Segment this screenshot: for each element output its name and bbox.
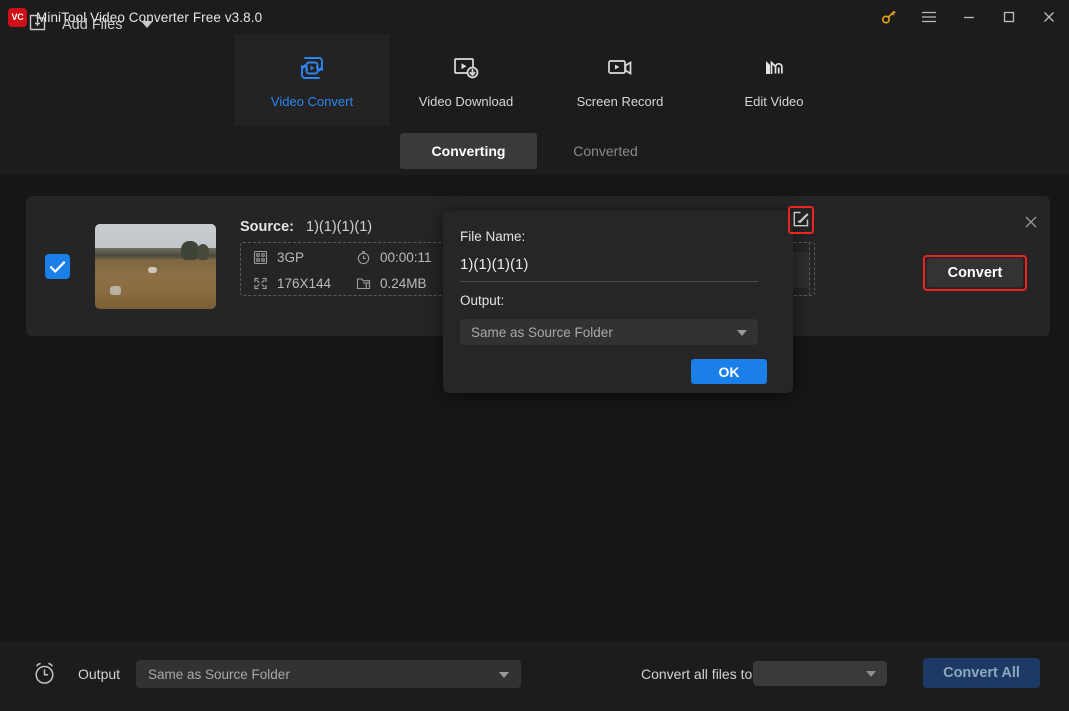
nav-spacer xyxy=(0,34,235,126)
video-thumbnail[interactable] xyxy=(95,224,216,309)
nav-label-edit-video: Edit Video xyxy=(744,94,803,109)
metadata-filesize: 0.24MB xyxy=(356,276,427,291)
nav-item-video-convert[interactable]: Video Convert xyxy=(235,34,389,126)
tab-converted[interactable]: Converted xyxy=(537,133,674,169)
nav-label-video-download: Video Download xyxy=(419,94,513,109)
metadata-resolution: 176X144 xyxy=(253,276,331,291)
format-icon xyxy=(253,250,268,265)
minimize-icon[interactable] xyxy=(949,0,989,34)
nav-label-video-convert: Video Convert xyxy=(271,94,353,109)
hamburger-menu-icon[interactable] xyxy=(909,0,949,34)
file-name-label: File Name: xyxy=(460,229,525,244)
metadata-resolution-value: 176X144 xyxy=(277,276,331,291)
metadata-duration: 00:00:11 xyxy=(356,250,432,265)
source-line: Source: 1)(1)(1)(1) xyxy=(240,219,372,235)
source-label: Source: xyxy=(240,219,294,235)
thumbnail-tree-right-2 xyxy=(197,244,209,259)
convert-all-button[interactable]: Convert All xyxy=(923,658,1040,688)
metadata-format: 3GP xyxy=(253,250,304,265)
app-logo: VC xyxy=(8,8,27,27)
chevron-down-icon xyxy=(499,672,509,678)
file-name-input[interactable]: 1)(1)(1)(1) xyxy=(460,256,758,282)
edit-pencil-icon[interactable] xyxy=(791,209,811,231)
nav-item-screen-record[interactable]: Screen Record xyxy=(543,34,697,126)
output-folder-label: Output xyxy=(78,666,120,682)
tab-converting[interactable]: Converting xyxy=(400,133,537,169)
resolution-icon xyxy=(253,276,268,291)
title-bar: VC MiniTool Video Converter Free v3.8.0 xyxy=(0,0,1069,34)
alarm-clock-icon[interactable] xyxy=(31,660,58,692)
convert-button[interactable]: Convert xyxy=(927,258,1023,287)
close-icon[interactable] xyxy=(1029,0,1069,34)
folder-plus-icon xyxy=(28,11,52,38)
metadata-format-value: 3GP xyxy=(277,250,304,265)
file-select-checkbox[interactable] xyxy=(45,254,70,279)
nav-label-screen-record: Screen Record xyxy=(577,94,664,109)
key-icon[interactable] xyxy=(869,0,909,34)
remove-file-icon[interactable] xyxy=(1022,213,1040,231)
output-folder-value: Same as Source Folder xyxy=(471,325,613,340)
chevron-down-icon xyxy=(737,330,747,336)
output-folder-dropdown-value: Same as Source Folder xyxy=(148,667,290,682)
output-folder-dropdown[interactable]: Same as Source Folder xyxy=(136,660,521,688)
main-navigation: Video Convert Video Download Screen Reco… xyxy=(0,34,1069,126)
converting-converted-tabs: Converting Converted xyxy=(400,133,674,169)
edit-video-icon xyxy=(758,51,790,85)
source-value: 1)(1)(1)(1) xyxy=(306,219,372,235)
chevron-down-icon xyxy=(866,671,876,677)
output-folder-select[interactable]: Same as Source Folder xyxy=(460,319,758,345)
add-files-button[interactable]: Add Files xyxy=(28,11,153,38)
ok-button[interactable]: OK xyxy=(691,359,767,384)
duration-icon xyxy=(356,250,371,265)
maximize-icon[interactable] xyxy=(989,0,1029,34)
filesize-icon xyxy=(356,276,371,291)
output-label: Output: xyxy=(460,293,504,308)
metadata-duration-value: 00:00:11 xyxy=(380,250,432,265)
metadata-filesize-value: 0.24MB xyxy=(380,276,427,291)
video-convert-icon xyxy=(296,51,328,85)
convert-all-to-label: Convert all files to xyxy=(641,666,752,682)
chevron-down-icon[interactable] xyxy=(141,21,153,28)
nav-item-video-download[interactable]: Video Download xyxy=(389,34,543,126)
rename-output-dialog: File Name: 1)(1)(1)(1) Output: Same as S… xyxy=(443,211,793,393)
screen-record-icon xyxy=(604,51,636,85)
window-controls xyxy=(869,0,1069,34)
thumbnail-rock xyxy=(110,286,121,295)
thumbnail-rock-2 xyxy=(148,267,157,273)
convert-all-format-dropdown[interactable] xyxy=(753,661,887,686)
video-download-icon xyxy=(450,51,482,85)
add-files-label: Add Files xyxy=(62,17,122,33)
nav-item-edit-video[interactable]: Edit Video xyxy=(697,34,851,126)
thumbnail-field xyxy=(95,258,216,309)
